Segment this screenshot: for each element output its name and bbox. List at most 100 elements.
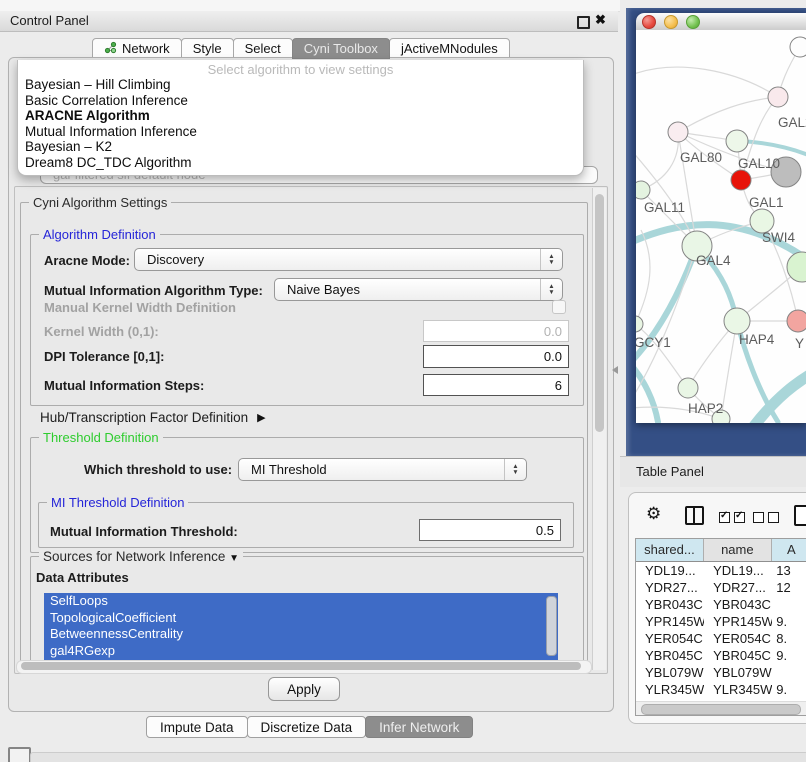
columns-icon[interactable] — [685, 506, 704, 525]
traffic-light-close-icon[interactable] — [642, 15, 656, 29]
algorithm-option-bayesian-hill-climbing[interactable]: Bayesian – Hill Climbing — [18, 77, 583, 93]
manual-kernel-checkbox[interactable] — [552, 300, 566, 314]
aracne-mode-combo[interactable]: Discovery ▲▼ — [134, 248, 563, 271]
bottom-tab-discretize-data[interactable]: Discretize Data — [247, 716, 367, 738]
attribute-item-topologicalcoefficient[interactable]: TopologicalCoefficient — [44, 610, 558, 627]
table-cell: YBR043C — [704, 596, 772, 613]
combo-stepper-icon[interactable]: ▲▼ — [540, 279, 562, 300]
network-node[interactable] — [636, 181, 650, 199]
table-row[interactable]: YBL079WYBL079W — [636, 664, 806, 681]
table-horizontal-scrollbar[interactable] — [636, 701, 806, 715]
unchecked-box-icon — [768, 512, 779, 523]
table-cell: 8. — [772, 630, 806, 647]
hub-definition-expander[interactable]: Hub/Transcription Factor Definition ▶ — [40, 410, 266, 425]
mi-steps-field[interactable]: 6 — [423, 374, 569, 396]
network-node[interactable] — [768, 87, 788, 107]
combo-stepper-icon[interactable]: ▲▼ — [540, 249, 562, 270]
expand-right-icon[interactable]: ▶ — [257, 411, 265, 424]
network-node[interactable] — [790, 37, 806, 57]
mi-threshold-field[interactable]: 0.5 — [419, 519, 561, 541]
algorithm-option-basic-correlation-inference[interactable]: Basic Correlation Inference — [18, 93, 583, 109]
deselect-all-checks-icon[interactable] — [753, 512, 779, 523]
table-row[interactable]: YDR27...YDR27...12 — [636, 579, 806, 596]
bottom-status-bar — [30, 752, 806, 762]
network-node[interactable] — [726, 130, 748, 152]
settings-vertical-scrollbar-thumb[interactable] — [595, 194, 604, 432]
table-cell: 9. — [772, 681, 806, 698]
algorithm-option-mutual-information-inference[interactable]: Mutual Information Inference — [18, 124, 583, 140]
data-attributes-list[interactable]: SelfLoopsTopologicalCoefficientBetweenne… — [44, 593, 558, 660]
mi-type-combo[interactable]: Naive Bayes ▲▼ — [274, 278, 563, 301]
table-cell: YER054C — [704, 630, 772, 647]
bottom-left-panel-icon[interactable] — [8, 747, 31, 762]
network-node[interactable] — [724, 308, 750, 334]
network-canvas[interactable]: GAL2GAL80GAL10GAL1GAL11SWI4GAL4GCY1HAP4Y… — [636, 30, 806, 423]
tab-label: Network — [122, 41, 170, 56]
node-label-hap4: HAP4 — [739, 332, 775, 347]
bottom-tab-infer-network[interactable]: Infer Network — [365, 716, 473, 738]
table-panel-bar: Table Panel — [620, 456, 806, 487]
algorithm-dropdown-popup: Select algorithm to view settings Bayesi… — [17, 60, 584, 176]
algorithm-placeholder: Select algorithm to view settings — [18, 60, 583, 77]
table-cell: YBL079W — [636, 664, 704, 681]
bottom-tab-impute-data[interactable]: Impute Data — [146, 716, 248, 738]
tab-jactivemnodules[interactable]: jActiveMNodules — [389, 38, 510, 59]
node-label-hap2: HAP2 — [688, 401, 723, 416]
traffic-light-minimize-icon[interactable] — [664, 15, 678, 29]
control-panel-tab-bar: Network StyleSelectCyni ToolboxjActiveMNo… — [92, 38, 509, 59]
column-header-shared[interactable]: shared... — [636, 539, 704, 561]
tab-select[interactable]: Select — [233, 38, 293, 59]
table-row[interactable]: YDL19...YDL19...13 — [636, 562, 806, 579]
dpi-tolerance-field[interactable]: 0.0 — [423, 345, 569, 368]
combo-stepper-icon[interactable]: ▲▼ — [504, 459, 526, 480]
attribute-item-gal4rgexp[interactable]: gal4RGexp — [44, 643, 558, 660]
float-window-icon[interactable] — [577, 16, 590, 29]
sources-group-title[interactable]: Sources for Network Inference ▼ — [39, 549, 243, 564]
table-row[interactable]: YLR345WYLR345W9. — [636, 681, 806, 698]
table-row[interactable]: YBR045CYBR045C9. — [636, 647, 806, 664]
table-row[interactable]: YER054CYER054C8. — [636, 630, 806, 647]
algorithm-option-aracne-algorithm[interactable]: ARACNE Algorithm — [18, 108, 583, 124]
network-node[interactable] — [787, 310, 806, 332]
network-node[interactable] — [678, 378, 698, 398]
settings-horizontal-scrollbar[interactable] — [16, 660, 592, 674]
kernel-width-field[interactable]: 0.0 — [423, 320, 569, 342]
node-label-gal80: GAL80 — [680, 150, 722, 165]
traffic-light-zoom-icon[interactable] — [686, 15, 700, 29]
attribute-item-betweennesscentrality[interactable]: BetweennessCentrality — [44, 626, 558, 643]
table-row[interactable]: YPR145WYPR145W9. — [636, 613, 806, 630]
attribute-list-scrollbar-thumb[interactable] — [546, 596, 557, 656]
tab-cyni-toolbox[interactable]: Cyni Toolbox — [292, 38, 390, 59]
network-window-titlebar[interactable] — [636, 13, 806, 31]
attribute-item-selfloops[interactable]: SelfLoops — [44, 593, 558, 610]
expand-down-icon[interactable]: ▼ — [229, 553, 239, 564]
which-threshold-combo[interactable]: MI Threshold ▲▼ — [238, 458, 527, 481]
table-cell: 9. — [772, 647, 806, 664]
threshold-definition-title: Threshold Definition — [39, 430, 163, 445]
mi-threshold-group-title: MI Threshold Definition — [47, 495, 188, 510]
algorithm-option-bayesian-k2[interactable]: Bayesian – K2 — [18, 139, 583, 155]
network-node[interactable] — [731, 170, 751, 190]
settings-horizontal-scrollbar-thumb[interactable] — [21, 662, 581, 670]
apply-button[interactable]: Apply — [268, 677, 340, 701]
node-table: shared...nameA YDL19...YDL19...13YDR27..… — [635, 538, 806, 716]
tab-style[interactable]: Style — [181, 38, 234, 59]
aracne-mode-label: Aracne Mode: — [44, 253, 130, 268]
select-all-checks-icon[interactable]: ✓ ✓ — [719, 512, 745, 523]
tab-network[interactable]: Network — [92, 38, 182, 59]
column-header-a[interactable]: A — [772, 539, 806, 561]
settings-vertical-scrollbar[interactable] — [592, 188, 606, 670]
gear-icon[interactable]: ⚙ — [646, 504, 661, 524]
close-panel-icon[interactable]: ✖ — [595, 12, 606, 28]
algorithm-option-dream8-dc-tdc-algorithm[interactable]: Dream8 DC_TDC Algorithm — [18, 155, 583, 171]
table-header-row: shared...nameA — [636, 539, 806, 562]
network-node[interactable] — [668, 122, 688, 142]
new-table-icon[interactable] — [794, 505, 806, 526]
splitter-collapse-arrow-icon[interactable] — [612, 366, 618, 374]
which-threshold-value: MI Threshold — [251, 462, 327, 477]
column-header-name[interactable]: name — [704, 539, 772, 561]
table-cell: YDR27... — [636, 579, 704, 596]
table-horizontal-scrollbar-thumb[interactable] — [641, 704, 801, 715]
table-row[interactable]: YBR043CYBR043C — [636, 596, 806, 613]
bottom-tab-bar: Impute DataDiscretize DataInfer Network — [146, 716, 472, 738]
